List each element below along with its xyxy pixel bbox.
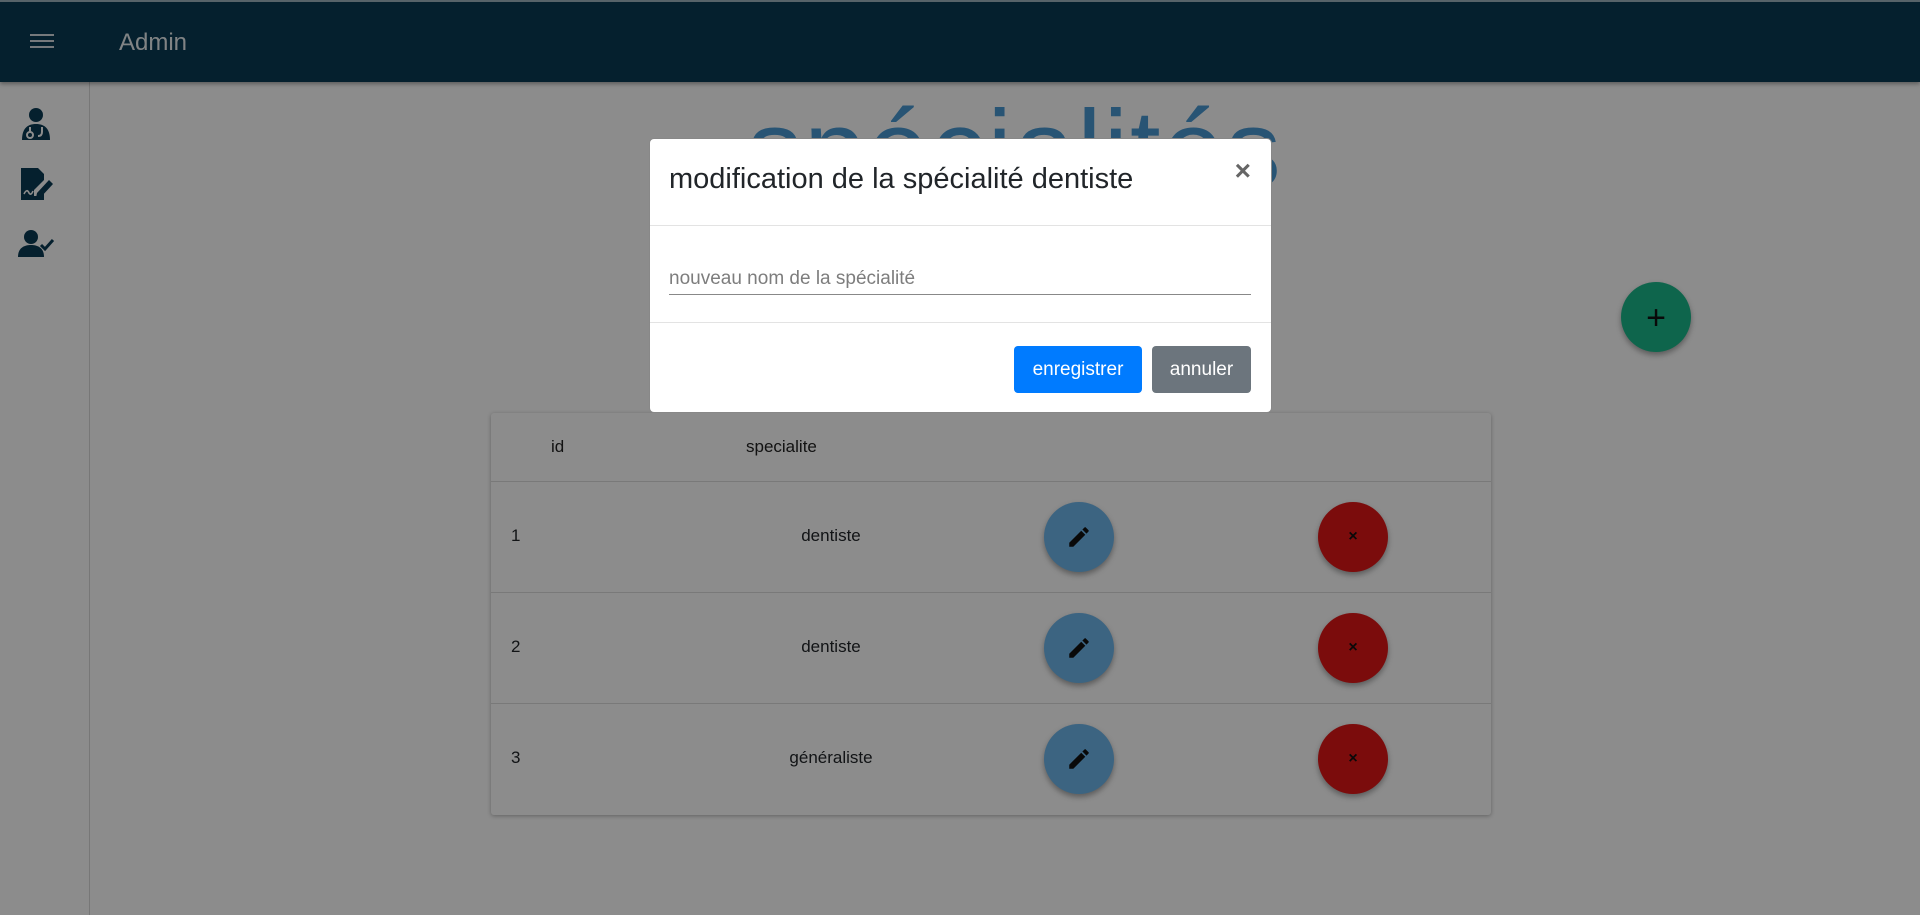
- specialty-name-input[interactable]: [669, 263, 1251, 295]
- modal-title: modification de la spécialité dentiste: [669, 163, 1134, 195]
- modal-body: [650, 226, 1271, 323]
- close-icon[interactable]: ×: [1235, 155, 1251, 187]
- edit-specialty-modal: modification de la spécialité dentiste ×…: [649, 138, 1272, 413]
- save-button[interactable]: enregistrer: [1014, 346, 1142, 393]
- modal-header: modification de la spécialité dentiste ×: [650, 139, 1271, 226]
- cancel-button[interactable]: annuler: [1152, 346, 1251, 393]
